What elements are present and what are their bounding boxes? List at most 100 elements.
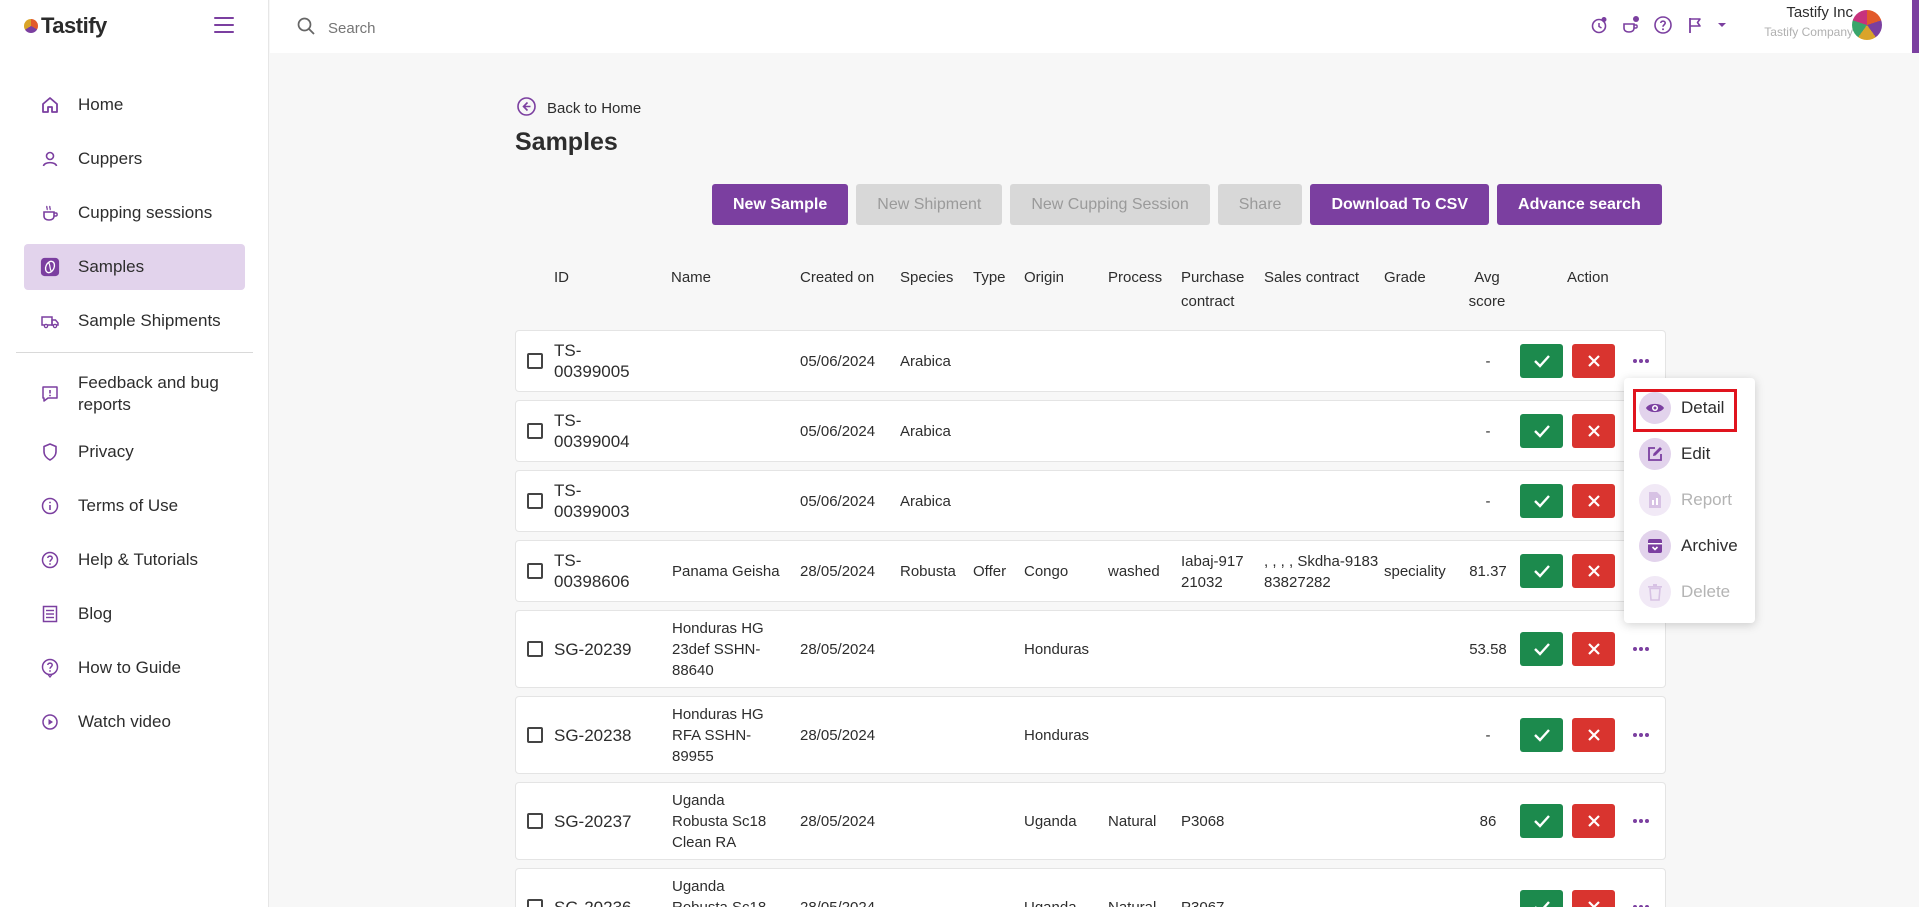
sidebar: Tastify Home Cuppers Cupping sessions Sa… xyxy=(0,0,269,907)
home-icon xyxy=(40,95,60,115)
shield-icon xyxy=(40,442,60,462)
cell-process: washed xyxy=(1108,563,1160,580)
sidebar-item-samples[interactable]: Samples xyxy=(24,244,245,290)
sidebar-item-watch-video[interactable]: Watch video xyxy=(24,699,245,745)
new-sample-button[interactable]: New Sample xyxy=(712,184,849,225)
advance-search-button[interactable]: Advance search xyxy=(1497,184,1662,225)
table-row[interactable]: TS-00399005 05/06/2024 Arabica - xyxy=(515,330,1666,392)
table-row[interactable]: TS-00399003 05/06/2024 Arabica - xyxy=(515,470,1666,532)
cupping-alerts-icon[interactable] xyxy=(1620,14,1642,36)
sidebar-item-label: Cuppers xyxy=(78,149,143,168)
menu-item-archive[interactable]: Archive xyxy=(1639,530,1738,562)
reject-button[interactable] xyxy=(1572,484,1615,518)
cell-origin: Uganda xyxy=(1024,813,1077,830)
menu-item-edit[interactable]: Edit xyxy=(1639,438,1710,470)
cell-id: TS-00399004 xyxy=(554,411,630,451)
tastify-logo[interactable]: Tastify xyxy=(24,13,107,39)
edit-icon xyxy=(1639,438,1671,470)
reject-button[interactable] xyxy=(1572,414,1615,448)
help-circle-icon[interactable] xyxy=(1652,14,1674,36)
sidebar-item-privacy[interactable]: Privacy xyxy=(24,429,245,475)
reject-button[interactable] xyxy=(1572,718,1615,752)
table-row[interactable]: SG-20237 Uganda Robusta Sc18 Clean RA 28… xyxy=(515,782,1666,860)
detail-highlight-box xyxy=(1633,389,1737,432)
approve-button[interactable] xyxy=(1520,344,1563,378)
approve-button[interactable] xyxy=(1520,484,1563,518)
avatar[interactable] xyxy=(1852,10,1882,40)
menu-item-delete[interactable]: Delete xyxy=(1639,576,1730,608)
more-options-icon[interactable] xyxy=(1630,350,1652,372)
sidebar-item-sample-shipments[interactable]: Sample Shipments xyxy=(24,298,245,344)
cell-avg: - xyxy=(1485,493,1491,510)
approve-button[interactable] xyxy=(1520,718,1563,752)
sidebar-item-label: Home xyxy=(78,95,124,114)
sidebar-item-label: Blog xyxy=(78,604,113,623)
back-label: Back to Home xyxy=(547,100,642,117)
row-checkbox[interactable] xyxy=(527,727,543,743)
table-row[interactable]: SG-20236 Uganda Robusta Sc18 28/05/2024 … xyxy=(515,868,1666,907)
new-cupping-session-button[interactable]: New Cupping Session xyxy=(1010,184,1210,225)
sidebar-item-home[interactable]: Home xyxy=(24,82,245,128)
top-icon-group xyxy=(1588,14,1728,36)
notification-icon[interactable] xyxy=(1588,14,1610,36)
approve-button[interactable] xyxy=(1520,414,1563,448)
more-options-icon[interactable] xyxy=(1630,810,1652,832)
user-info[interactable]: Tastify Inc Tastify Company xyxy=(1740,4,1910,39)
more-options-icon[interactable] xyxy=(1630,638,1652,660)
cell-avg: 81.37 xyxy=(1469,563,1507,580)
approve-button[interactable] xyxy=(1520,632,1563,666)
trash-icon xyxy=(1639,576,1671,608)
row-checkbox[interactable] xyxy=(527,493,543,509)
report-icon xyxy=(1639,484,1671,516)
sidebar-item-label: Cupping sessions xyxy=(78,203,213,222)
sidebar-item-terms[interactable]: Terms of Use xyxy=(24,483,245,529)
reject-button[interactable] xyxy=(1572,804,1615,838)
sidebar-item-how-to-guide[interactable]: How to Guide xyxy=(24,645,245,691)
row-checkbox[interactable] xyxy=(527,423,543,439)
sidebar-item-feedback[interactable]: Feedback and bug reports xyxy=(24,367,245,421)
chevron-down-icon[interactable] xyxy=(1716,14,1728,36)
feedback-icon xyxy=(40,384,60,404)
sidebar-item-help[interactable]: Help & Tutorials xyxy=(24,537,245,583)
more-options-icon[interactable] xyxy=(1630,896,1652,907)
new-shipment-button[interactable]: New Shipment xyxy=(856,184,1003,225)
table-row[interactable]: TS-00398606 Panama Geisha 28/05/2024 Rob… xyxy=(515,540,1666,602)
row-checkbox[interactable] xyxy=(527,563,543,579)
sidebar-item-cupping-sessions[interactable]: Cupping sessions xyxy=(24,190,245,236)
reject-button[interactable] xyxy=(1572,632,1615,666)
row-checkbox[interactable] xyxy=(527,641,543,657)
table-row[interactable]: SG-20239 Honduras HG 23def SSHN-88640 28… xyxy=(515,610,1666,688)
sidebar-item-label: Sample Shipments xyxy=(78,311,221,330)
user-name: Tastify Inc xyxy=(1786,4,1853,21)
row-checkbox[interactable] xyxy=(527,353,543,369)
approve-button[interactable] xyxy=(1520,554,1563,588)
share-button[interactable]: Share xyxy=(1217,184,1303,225)
reject-button[interactable] xyxy=(1572,890,1615,907)
cell-created: 05/06/2024 xyxy=(800,493,876,510)
col-header-origin: Origin xyxy=(1024,269,1065,286)
truck-icon xyxy=(40,311,60,331)
approve-button[interactable] xyxy=(1520,804,1563,838)
approve-button[interactable] xyxy=(1520,890,1563,907)
reject-button[interactable] xyxy=(1572,344,1615,378)
menu-toggle-button[interactable] xyxy=(214,17,234,33)
search-input[interactable] xyxy=(326,19,630,38)
col-header-species: Species xyxy=(900,269,954,286)
sidebar-item-cuppers[interactable]: Cuppers xyxy=(24,136,245,182)
arrow-left-circle-icon xyxy=(516,96,537,121)
menu-item-report[interactable]: Report xyxy=(1639,484,1732,516)
back-to-home-link[interactable]: Back to Home xyxy=(516,96,641,121)
more-options-icon[interactable] xyxy=(1630,724,1652,746)
download-csv-button[interactable]: Download To CSV xyxy=(1310,184,1490,225)
flag-icon[interactable] xyxy=(1684,14,1706,36)
col-header-purchase: Purchase contract xyxy=(1181,269,1245,310)
row-checkbox[interactable] xyxy=(527,899,543,907)
sidebar-item-blog[interactable]: Blog xyxy=(24,591,245,637)
row-checkbox[interactable] xyxy=(527,813,543,829)
table-row[interactable]: SG-20238 Honduras HG RFA SSHN-89955 28/0… xyxy=(515,696,1666,774)
table-row[interactable]: TS-00399004 05/06/2024 Arabica - xyxy=(515,400,1666,462)
col-header-process: Process xyxy=(1108,269,1163,286)
reject-button[interactable] xyxy=(1572,554,1615,588)
cell-id: TS-00399003 xyxy=(554,481,630,521)
person-icon xyxy=(40,149,60,169)
